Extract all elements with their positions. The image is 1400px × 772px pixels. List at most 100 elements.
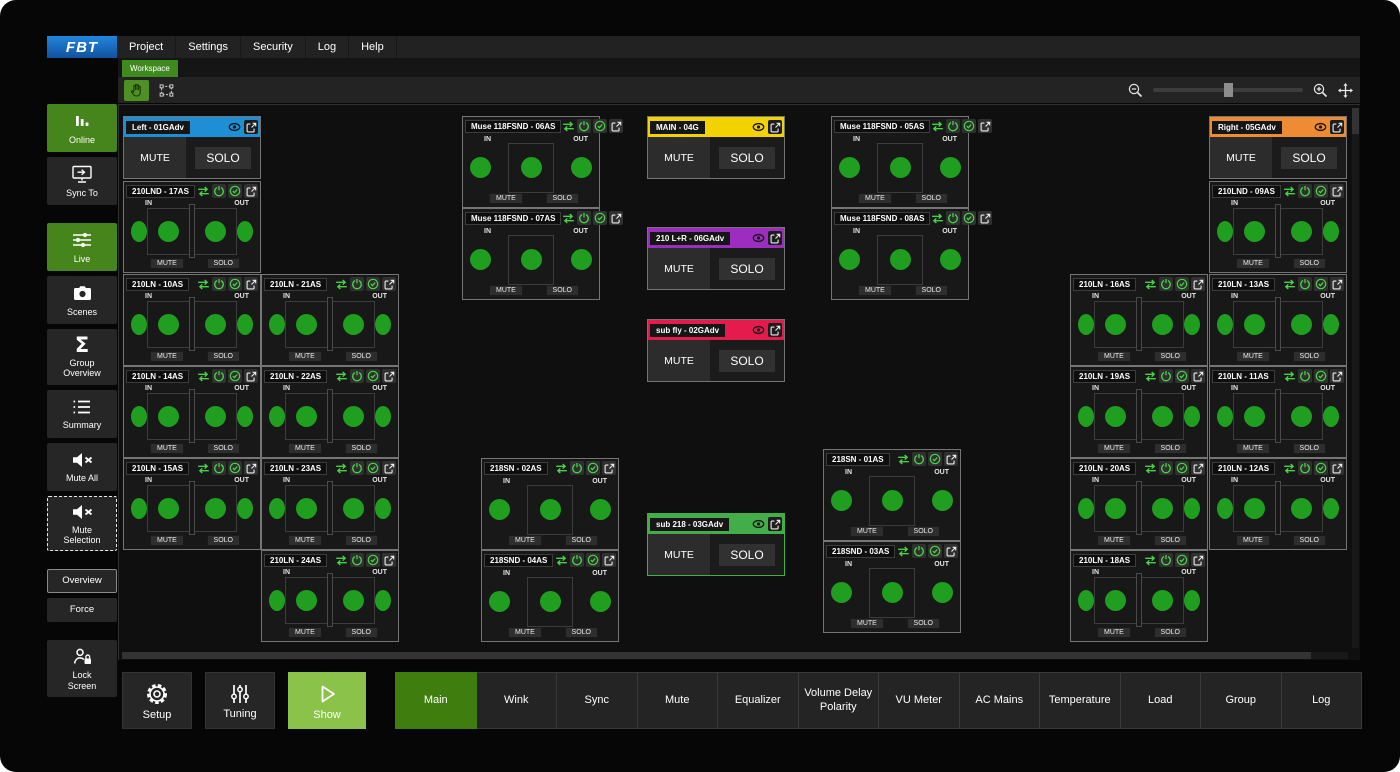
power-icon[interactable] — [350, 277, 364, 291]
open-panel-icon[interactable] — [382, 369, 396, 383]
tab-wink[interactable]: Wink — [477, 672, 558, 729]
solo-button[interactable]: SOLO — [546, 193, 579, 204]
eye-icon[interactable] — [752, 325, 765, 335]
power-icon[interactable] — [570, 461, 584, 475]
mute-button[interactable]: MUTE — [1236, 351, 1270, 362]
sidebar-item-summary[interactable]: Summary — [47, 390, 117, 438]
solo-button[interactable]: SOLO — [1154, 351, 1187, 362]
group-panel[interactable]: Left - 01GAdv MUTE SOLO — [123, 116, 261, 179]
menu-help[interactable]: Help — [349, 36, 397, 58]
power-icon[interactable] — [577, 119, 591, 133]
solo-button[interactable]: SOLO — [1154, 535, 1187, 546]
solo-button[interactable]: SOLO — [565, 535, 598, 546]
open-panel-icon[interactable] — [244, 369, 258, 383]
status-ok-icon[interactable] — [1175, 277, 1189, 291]
sync-arrows-icon[interactable] — [334, 277, 348, 291]
menu-settings[interactable]: Settings — [176, 36, 241, 58]
sync-arrows-icon[interactable] — [896, 544, 910, 558]
sync-arrows-icon[interactable] — [334, 461, 348, 475]
sidebar-item-overview[interactable]: Overview — [47, 569, 117, 593]
sync-arrows-icon[interactable] — [196, 369, 210, 383]
solo-button[interactable]: SOLO — [195, 147, 250, 169]
menu-project[interactable]: Project — [117, 36, 176, 58]
mute-button[interactable]: MUTE — [850, 526, 884, 537]
device-panel[interactable]: 210LN - 18AS IN OUT MUTE SOLO — [1070, 550, 1208, 642]
solo-button[interactable]: SOLO — [719, 544, 774, 566]
status-ok-icon[interactable] — [366, 461, 380, 475]
mute-button[interactable]: MUTE — [1097, 351, 1131, 362]
status-ok-icon[interactable] — [1175, 369, 1189, 383]
mute-button[interactable]: MUTE — [508, 627, 542, 638]
power-icon[interactable] — [912, 452, 926, 466]
zoom-slider-thumb[interactable] — [1224, 83, 1233, 97]
solo-button[interactable]: SOLO — [345, 535, 378, 546]
mute-button[interactable]: MUTE — [150, 258, 184, 269]
eye-icon[interactable] — [752, 519, 765, 529]
sync-arrows-icon[interactable] — [1282, 184, 1296, 198]
tab-main[interactable]: Main — [395, 672, 477, 729]
tab-equalizer[interactable]: Equalizer — [718, 672, 799, 729]
show-button[interactable]: Show — [288, 672, 366, 729]
solo-button[interactable]: SOLO — [915, 193, 948, 204]
tab-load[interactable]: Load — [1121, 672, 1202, 729]
device-panel[interactable]: Muse 118FSND - 08AS IN OUT MUTE SOLO — [831, 208, 969, 300]
tab-ac-mains[interactable]: AC Mains — [960, 672, 1041, 729]
mute-button[interactable]: MUTE — [648, 340, 710, 381]
sidebar-item-scenes[interactable]: Scenes — [47, 276, 117, 324]
mute-button[interactable]: MUTE — [288, 627, 322, 638]
open-panel-icon[interactable] — [244, 461, 258, 475]
mute-button[interactable]: MUTE — [288, 443, 322, 454]
device-panel[interactable]: 210LN - 10AS IN OUT MUTE SOLO — [123, 274, 261, 366]
power-icon[interactable] — [1159, 369, 1173, 383]
sidebar-item-live[interactable]: Live — [47, 223, 117, 271]
status-ok-icon[interactable] — [1314, 461, 1328, 475]
mute-button[interactable]: MUTE — [648, 248, 710, 289]
sync-arrows-icon[interactable] — [196, 461, 210, 475]
mute-button[interactable]: MUTE — [1097, 443, 1131, 454]
mute-button[interactable]: MUTE — [288, 351, 322, 362]
power-icon[interactable] — [212, 184, 226, 198]
open-panel-icon[interactable] — [978, 211, 992, 225]
device-panel[interactable]: 210LN - 14AS IN OUT MUTE SOLO — [123, 366, 261, 458]
open-panel-icon[interactable] — [768, 517, 782, 531]
solo-button[interactable]: SOLO — [207, 443, 240, 454]
open-panel-icon[interactable] — [1330, 369, 1344, 383]
mute-button[interactable]: MUTE — [489, 285, 523, 296]
mute-button[interactable]: MUTE — [150, 535, 184, 546]
open-panel-icon[interactable] — [1191, 277, 1205, 291]
open-panel-icon[interactable] — [382, 461, 396, 475]
status-ok-icon[interactable] — [366, 277, 380, 291]
sync-arrows-icon[interactable] — [1143, 553, 1157, 567]
power-icon[interactable] — [1298, 277, 1312, 291]
sync-arrows-icon[interactable] — [334, 553, 348, 567]
sync-arrows-icon[interactable] — [1282, 461, 1296, 475]
device-panel[interactable]: 210LN - 24AS IN OUT MUTE SOLO — [261, 550, 399, 642]
sidebar-item-mute-selection[interactable]: MuteSelection — [47, 496, 117, 552]
mute-button[interactable]: MUTE — [648, 137, 710, 178]
mute-button[interactable]: MUTE — [1236, 443, 1270, 454]
tab-temperature[interactable]: Temperature — [1040, 672, 1121, 729]
device-panel[interactable]: Muse 118FSND - 05AS IN OUT MUTE SOLO — [831, 116, 969, 208]
open-panel-icon[interactable] — [609, 211, 623, 225]
menu-log[interactable]: Log — [306, 36, 349, 58]
mute-button[interactable]: MUTE — [1097, 627, 1131, 638]
open-panel-icon[interactable] — [944, 452, 958, 466]
tab-workspace[interactable]: Workspace — [122, 60, 178, 77]
open-panel-icon[interactable] — [768, 120, 782, 134]
mute-button[interactable]: MUTE — [489, 193, 523, 204]
tab-mute[interactable]: Mute — [638, 672, 719, 729]
power-icon[interactable] — [350, 369, 364, 383]
group-panel[interactable]: sub 218 - 03GAdv MUTE SOLO — [647, 513, 785, 576]
sidebar-item-mute-all[interactable]: Mute All — [47, 443, 117, 491]
status-ok-icon[interactable] — [228, 277, 242, 291]
status-ok-icon[interactable] — [928, 544, 942, 558]
power-icon[interactable] — [212, 369, 226, 383]
eye-icon[interactable] — [752, 122, 765, 132]
status-ok-icon[interactable] — [366, 369, 380, 383]
solo-button[interactable]: SOLO — [907, 618, 940, 629]
solo-button[interactable]: SOLO — [1293, 351, 1326, 362]
mute-button[interactable]: MUTE — [150, 351, 184, 362]
marquee-select-tool[interactable] — [154, 80, 179, 101]
device-panel[interactable]: Muse 118FSND - 07AS IN OUT MUTE SOLO — [462, 208, 600, 300]
sync-arrows-icon[interactable] — [561, 211, 575, 225]
